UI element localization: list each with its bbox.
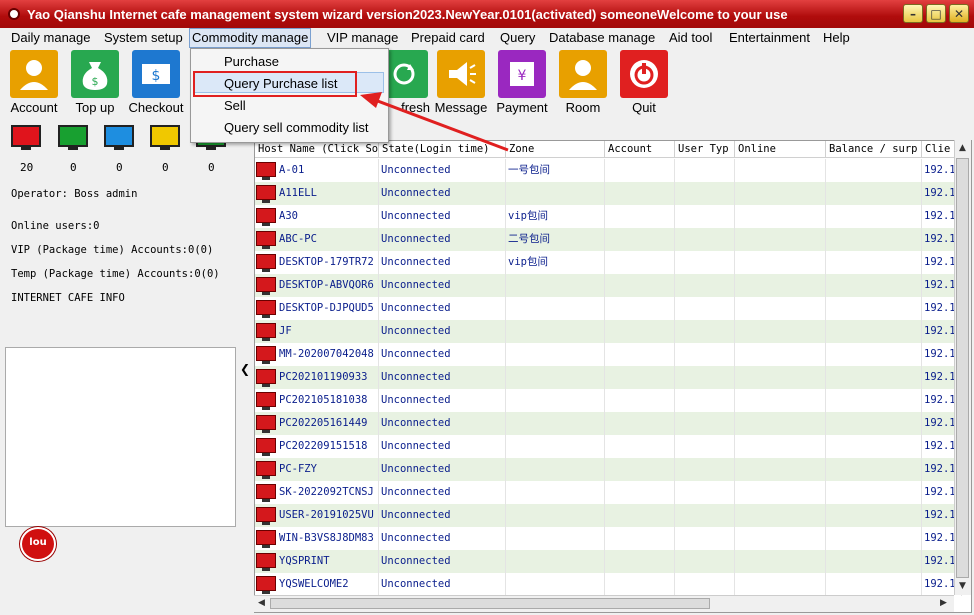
- annotation-arrow: [360, 92, 509, 152]
